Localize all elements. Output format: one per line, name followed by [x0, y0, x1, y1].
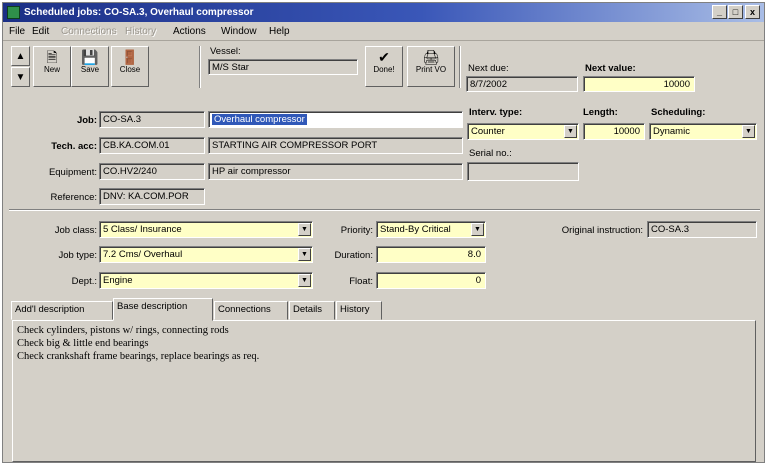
- dept-value: Engine: [103, 275, 133, 286]
- print-vo-button[interactable]: 🖨 Print VO: [407, 46, 455, 87]
- float-label: Float:: [349, 276, 373, 287]
- arrow-down-icon: ▼: [15, 72, 26, 83]
- scheduling-label: Scheduling:: [651, 107, 706, 118]
- next-value-field[interactable]: 10000: [583, 76, 695, 92]
- job-class-select[interactable]: 5 Class/ Insurance ▼: [99, 221, 313, 238]
- new-document-icon: 🗎: [46, 49, 58, 65]
- menu-file[interactable]: File: [9, 26, 25, 37]
- floppy-disk-icon: 💾: [81, 49, 99, 65]
- toolbar-divider-2: [459, 46, 461, 88]
- scheduled-jobs-window: Scheduled jobs: CO-SA.3, Overhaul compre…: [2, 2, 765, 463]
- job-description-text: Overhaul compressor: [212, 114, 307, 125]
- tab-details[interactable]: Details: [289, 301, 335, 320]
- description-line: Check cylinders, pistons w/ rings, conne…: [17, 325, 229, 336]
- menu-bar: File Edit Connections History Actions Wi…: [3, 23, 764, 41]
- menu-edit[interactable]: Edit: [32, 26, 49, 37]
- close-label: Close: [119, 65, 141, 74]
- chevron-down-icon[interactable]: ▼: [471, 223, 484, 236]
- chevron-down-icon[interactable]: ▼: [742, 125, 755, 138]
- app-icon: [7, 6, 20, 19]
- vessel-field[interactable]: M/S Star: [208, 59, 358, 75]
- minimize-button[interactable]: _: [712, 5, 727, 19]
- section-divider: [9, 209, 760, 211]
- chevron-down-icon[interactable]: ▼: [564, 125, 577, 138]
- close-window-button[interactable]: x: [745, 5, 760, 19]
- door-exit-icon: 🚪: [121, 49, 139, 65]
- menu-history[interactable]: History: [125, 26, 156, 37]
- job-type-select[interactable]: 7.2 Cms/ Overhaul ▼: [99, 246, 313, 263]
- job-type-value: 7.2 Cms/ Overhaul: [103, 249, 183, 260]
- job-code-field[interactable]: CO-SA.3: [99, 111, 205, 128]
- interval-type-label: Interv. type:: [469, 107, 523, 118]
- job-class-label: Job class:: [54, 225, 97, 236]
- window-title: Scheduled jobs: CO-SA.3, Overhaul compre…: [24, 7, 254, 18]
- scroll-up-button[interactable]: ▲: [11, 46, 30, 66]
- priority-value: Stand-By Critical: [380, 224, 451, 235]
- tech-acc-label: Tech. acc:: [51, 141, 97, 152]
- tech-acc-code-field[interactable]: CB.KA.COM.01: [99, 137, 205, 154]
- equipment-description-field[interactable]: HP air compressor: [208, 163, 463, 180]
- save-label: Save: [80, 65, 100, 74]
- interval-type-value: Counter: [471, 126, 505, 137]
- serial-no-label: Serial no.:: [469, 148, 512, 159]
- interval-type-select[interactable]: Counter ▼: [467, 123, 579, 140]
- menu-window[interactable]: Window: [221, 26, 257, 37]
- new-label: New: [43, 65, 60, 74]
- job-description-field[interactable]: Overhaul compressor: [208, 111, 463, 128]
- next-due-label: Next due:: [468, 63, 509, 74]
- done-button[interactable]: ✔ Done!: [365, 46, 403, 87]
- tab-base-description[interactable]: Base description: [113, 298, 213, 321]
- menu-connections[interactable]: Connections: [61, 26, 117, 37]
- scroll-down-button[interactable]: ▼: [11, 67, 30, 87]
- tab-history[interactable]: History: [336, 301, 382, 320]
- duration-field[interactable]: 8.0: [376, 246, 486, 263]
- toolbar-divider: [199, 46, 201, 88]
- description-line: Check crankshaft frame bearings, replace…: [17, 351, 260, 362]
- job-type-label: Job type:: [58, 250, 97, 261]
- job-label: Job:: [76, 115, 97, 126]
- menu-actions[interactable]: Actions: [173, 26, 206, 37]
- equipment-code-field[interactable]: CO.HV2/240: [99, 163, 205, 180]
- title-bar[interactable]: Scheduled jobs: CO-SA.3, Overhaul compre…: [3, 3, 764, 22]
- vessel-label: Vessel:: [210, 46, 241, 57]
- length-label: Length:: [583, 107, 618, 118]
- reference-field[interactable]: DNV: KA.COM.POR: [99, 188, 205, 205]
- float-field[interactable]: 0: [376, 272, 486, 289]
- job-class-value: 5 Class/ Insurance: [103, 224, 182, 235]
- next-due-field[interactable]: 8/7/2002: [466, 76, 578, 92]
- priority-select[interactable]: Stand-By Critical ▼: [376, 221, 486, 238]
- close-button[interactable]: 🚪 Close: [111, 46, 149, 87]
- save-button[interactable]: 💾 Save: [71, 46, 109, 87]
- menu-help[interactable]: Help: [269, 26, 290, 37]
- new-button[interactable]: 🗎 New: [33, 46, 71, 87]
- reference-label: Reference:: [50, 192, 97, 203]
- scheduling-value: Dynamic: [653, 126, 690, 137]
- printer-icon: 🖨: [422, 49, 440, 65]
- duration-label: Duration:: [334, 250, 373, 261]
- done-label: Done!: [373, 65, 395, 74]
- next-value-label: Next value:: [585, 63, 636, 74]
- tech-acc-description-field[interactable]: STARTING AIR COMPRESSOR PORT: [208, 137, 463, 154]
- scheduling-select[interactable]: Dynamic ▼: [649, 123, 757, 140]
- print-vo-label: Print VO: [415, 65, 447, 74]
- dept-select[interactable]: Engine ▼: [99, 272, 313, 289]
- tab-addl-description[interactable]: Add'l description: [11, 301, 113, 320]
- original-instruction-field[interactable]: CO-SA.3: [647, 221, 757, 238]
- priority-label: Priority:: [340, 225, 373, 236]
- original-instruction-label: Original instruction:: [561, 225, 643, 236]
- done-check-icon: ✔: [378, 49, 390, 65]
- base-description-text[interactable]: Check cylinders, pistons w/ rings, conne…: [12, 320, 756, 462]
- serial-no-field[interactable]: [467, 162, 579, 181]
- length-field[interactable]: 10000: [583, 123, 645, 140]
- description-line: Check big & little end bearings: [17, 338, 149, 349]
- equipment-label: Equipment:: [48, 167, 97, 178]
- dept-label: Dept.:: [71, 276, 97, 287]
- maximize-button[interactable]: □: [728, 5, 743, 19]
- arrow-up-icon: ▲: [15, 51, 26, 62]
- tab-connections[interactable]: Connections: [214, 301, 288, 320]
